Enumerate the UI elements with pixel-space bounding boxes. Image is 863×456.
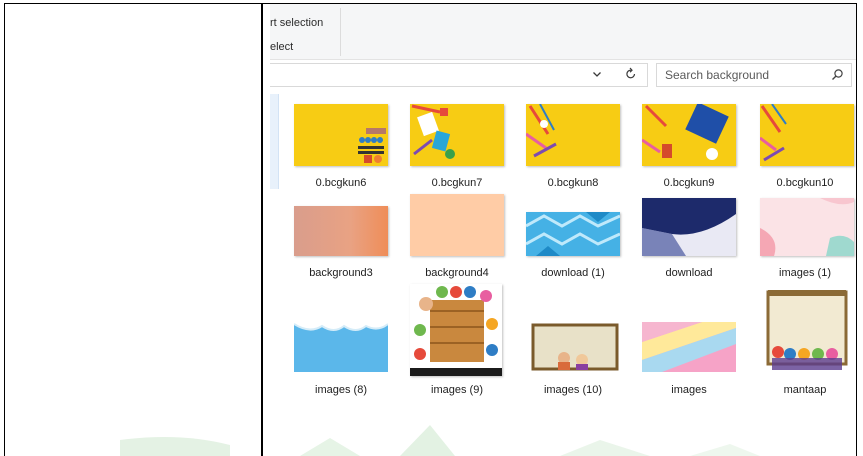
file-thumbnail bbox=[760, 104, 854, 166]
file-thumbnail bbox=[294, 104, 388, 166]
file-explorer-screenshot: rt selection elect Search background 0.b… bbox=[270, 4, 856, 422]
select-command[interactable]: elect bbox=[270, 41, 293, 53]
file-name: 0.bcgkun8 bbox=[547, 177, 599, 189]
file-name: images bbox=[671, 384, 707, 396]
file-name: 0.bcgkun9 bbox=[663, 177, 715, 189]
file-name: download bbox=[665, 267, 713, 279]
file-thumbnail bbox=[526, 212, 620, 256]
file-name: background3 bbox=[309, 267, 373, 279]
refresh-icon[interactable] bbox=[625, 67, 639, 81]
file-item[interactable]: images bbox=[634, 284, 744, 396]
file-thumbnail bbox=[642, 198, 736, 256]
file-name: images (1) bbox=[779, 267, 831, 279]
file-item[interactable]: images (10) bbox=[518, 284, 628, 396]
file-item[interactable]: images (8) bbox=[286, 284, 396, 396]
search-box[interactable] bbox=[656, 63, 852, 87]
file-thumbnail bbox=[410, 284, 502, 376]
file-name: download (1) bbox=[541, 267, 605, 279]
file-thumbnail bbox=[530, 322, 620, 372]
file-name: images (10) bbox=[543, 384, 603, 396]
file-thumbnail bbox=[760, 198, 854, 256]
table-border-left bbox=[4, 3, 5, 456]
table-border-middle bbox=[261, 3, 263, 456]
table-border-right bbox=[856, 3, 857, 456]
file-thumbnail bbox=[294, 206, 388, 256]
ribbon-toolbar: rt selection elect bbox=[270, 4, 856, 60]
file-item[interactable]: images (9) bbox=[402, 284, 512, 396]
file-thumbnail bbox=[642, 104, 736, 166]
file-name: mantaap bbox=[783, 384, 827, 396]
file-name: 0.bcgkun10 bbox=[776, 177, 834, 189]
document-page: rt selection elect Search background 0.b… bbox=[0, 0, 863, 456]
file-name: images (8) bbox=[315, 384, 367, 396]
search-icon[interactable] bbox=[831, 68, 845, 82]
file-name: 0.bcgkun7 bbox=[431, 177, 483, 189]
search-input[interactable] bbox=[657, 64, 827, 86]
file-name: background4 bbox=[425, 267, 489, 279]
invert-selection-command[interactable]: rt selection bbox=[270, 17, 323, 29]
file-thumbnail bbox=[526, 104, 620, 166]
file-thumbnail bbox=[410, 104, 504, 166]
file-name: images (9) bbox=[431, 384, 483, 396]
file-name: 0.bcgkun6 bbox=[315, 177, 367, 189]
file-thumbnail bbox=[642, 322, 736, 372]
file-thumbnail bbox=[410, 194, 504, 256]
chevron-down-icon[interactable] bbox=[592, 69, 604, 81]
navigation-pane-edge bbox=[270, 94, 279, 189]
file-thumbnail bbox=[294, 310, 388, 372]
file-item[interactable]: mantaap bbox=[750, 284, 856, 396]
file-thumbnail bbox=[764, 288, 850, 374]
ribbon-separator bbox=[340, 8, 341, 56]
address-bar[interactable] bbox=[270, 63, 648, 87]
